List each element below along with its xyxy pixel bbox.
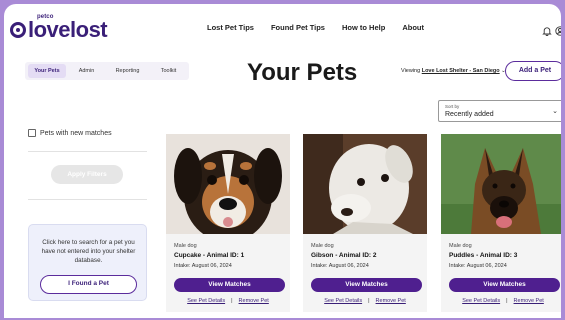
tab-admin[interactable]: Admin	[66, 64, 107, 78]
sort-value: Recently added	[445, 111, 494, 118]
pet-card: Male dog Gibson - Animal ID: 2 Intake: A…	[303, 134, 427, 312]
pet-card: Male dog Puddles - Animal ID: 3 Intake: …	[441, 134, 561, 312]
new-matches-label: Pets with new matches	[40, 129, 112, 137]
see-pet-details-link[interactable]: See Pet Details	[187, 298, 225, 304]
tab-toolkit[interactable]: Toolkit	[148, 64, 189, 78]
tab-reporting[interactable]: Reporting	[107, 64, 148, 78]
view-matches-button[interactable]: View Matches	[311, 278, 422, 292]
pet-card-links: See Pet Details | Remove Pet	[441, 298, 561, 304]
pet-card-links: See Pet Details | Remove Pet	[303, 298, 427, 304]
section-tabs: Your Pets Admin Reporting Toolkit	[25, 62, 189, 80]
view-matches-button[interactable]: View Matches	[174, 278, 285, 292]
logo-small-text: petco	[37, 14, 54, 20]
shelter-name[interactable]: Love Lost Shelter - San Diego	[422, 68, 500, 74]
link-separator: |	[368, 298, 370, 304]
pet-kind: Male dog	[174, 243, 197, 249]
new-matches-filter[interactable]: Pets with new matches	[28, 129, 112, 137]
bell-icon[interactable]	[542, 23, 552, 37]
nav-about[interactable]: About	[402, 23, 424, 32]
add-pet-button[interactable]: Add a Pet	[505, 61, 561, 81]
link-separator: |	[231, 298, 233, 304]
app-frame: petco lovelost Lost Pet Tips Found Pet T…	[4, 4, 561, 318]
view-matches-button[interactable]: View Matches	[449, 278, 560, 292]
logo[interactable]: petco lovelost	[10, 14, 108, 42]
found-pet-text: Click here to search for a pet you have …	[41, 239, 136, 264]
remove-pet-link[interactable]: Remove Pet	[514, 298, 544, 304]
nav-found-pet-tips[interactable]: Found Pet Tips	[271, 23, 325, 32]
see-pet-details-link[interactable]: See Pet Details	[462, 298, 500, 304]
pet-name: Puddles - Animal ID: 3	[449, 252, 518, 259]
remove-pet-link[interactable]: Remove Pet	[239, 298, 269, 304]
new-matches-checkbox[interactable]	[28, 129, 36, 137]
apply-filters-button[interactable]: Apply Filters	[51, 165, 123, 184]
pet-photo[interactable]	[441, 134, 561, 234]
pet-intake-date: Intake: August 06, 2024	[311, 263, 369, 269]
pet-name: Gibson - Animal ID: 2	[311, 252, 377, 259]
sort-label: Sort by	[445, 104, 460, 109]
viewing-prefix: Viewing	[401, 68, 421, 74]
pet-card-links: See Pet Details | Remove Pet	[166, 298, 290, 304]
pet-intake-date: Intake: August 06, 2024	[449, 263, 507, 269]
pet-intake-date: Intake: August 06, 2024	[174, 263, 232, 269]
pet-photo[interactable]	[303, 134, 427, 234]
page-title: Your Pets	[247, 59, 358, 86]
tab-your-pets[interactable]: Your Pets	[28, 64, 66, 78]
filter-divider	[28, 151, 147, 152]
pet-kind: Male dog	[449, 243, 472, 249]
nav-how-to-help[interactable]: How to Help	[342, 23, 385, 32]
site-header: petco lovelost Lost Pet Tips Found Pet T…	[4, 4, 561, 50]
found-pet-callout: Click here to search for a pet you have …	[28, 224, 147, 301]
pet-photo[interactable]	[166, 134, 290, 234]
pet-card: Male dog Cupcake - Animal ID: 1 Intake: …	[166, 134, 290, 312]
found-a-pet-button[interactable]: I Found a Pet	[40, 275, 137, 294]
pet-name: Cupcake - Animal ID: 1	[174, 252, 245, 259]
pet-kind: Male dog	[311, 243, 334, 249]
filter-divider	[28, 199, 147, 200]
user-icon[interactable]	[555, 23, 561, 36]
remove-pet-link[interactable]: Remove Pet	[376, 298, 406, 304]
logo-mark-icon	[10, 22, 26, 38]
chevron-down-icon: ⌄	[552, 108, 558, 115]
see-pet-details-link[interactable]: See Pet Details	[324, 298, 362, 304]
sort-select[interactable]: Sort by Recently added ⌄	[438, 100, 561, 122]
shelter-selector[interactable]: Viewing Love Lost Shelter - San Diego ⌄	[401, 68, 506, 74]
link-separator: |	[506, 298, 508, 304]
nav-lost-pet-tips[interactable]: Lost Pet Tips	[207, 23, 254, 32]
main-nav: Lost Pet Tips Found Pet Tips How to Help…	[207, 23, 441, 32]
logo-text: lovelost	[28, 17, 108, 42]
